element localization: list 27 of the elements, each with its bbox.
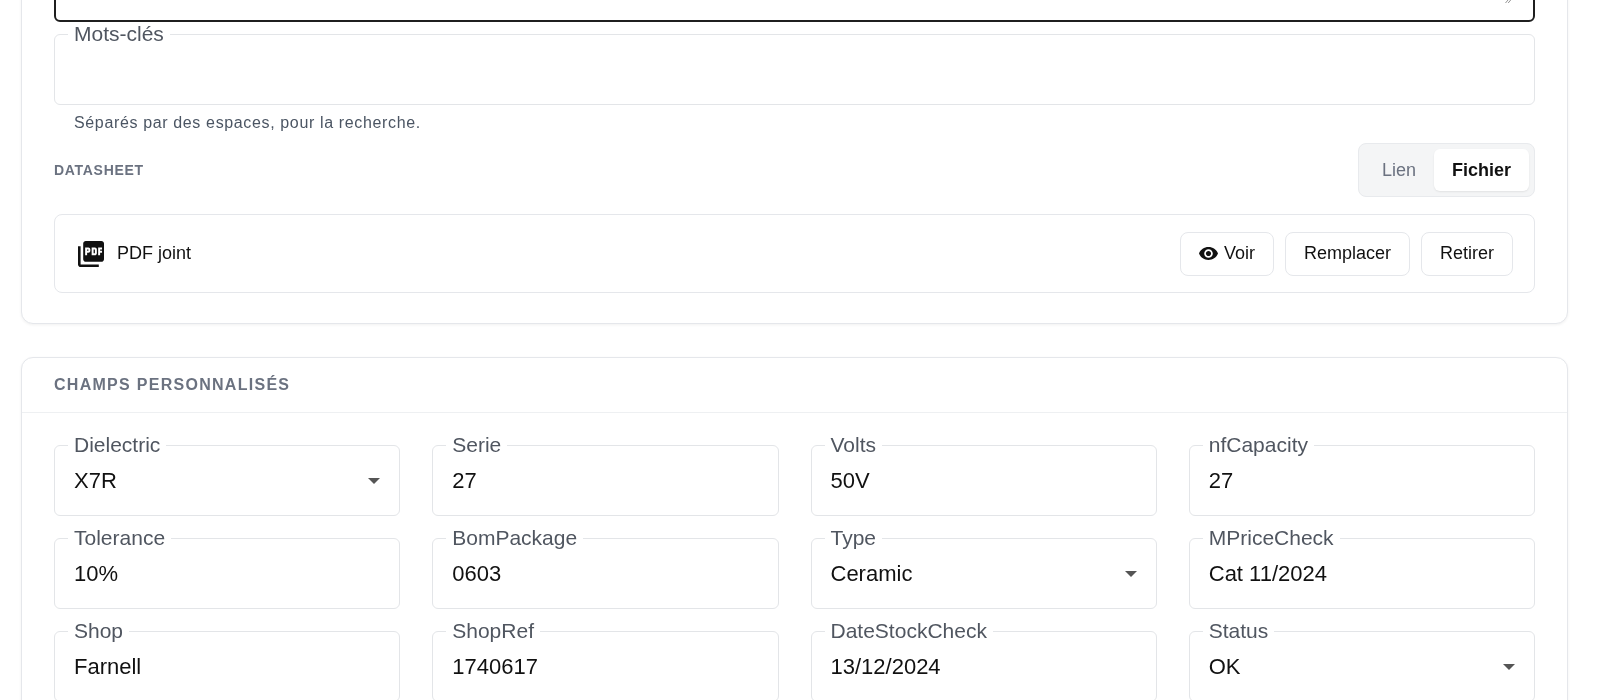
resize-grip-icon <box>1505 0 1511 3</box>
field-value: 13/12/2024 <box>830 653 942 680</box>
field-value: 0603 <box>452 560 503 587</box>
action-button[interactable]: Remplacer <box>1284 231 1410 276</box>
dropdown-caret-icon <box>368 477 381 484</box>
action-button[interactable]: Retirer <box>1421 231 1513 276</box>
eye-icon <box>1198 247 1218 260</box>
field-value: Cat 11/2024 <box>1208 560 1328 587</box>
field-value: 27 <box>1208 467 1235 494</box>
action-button[interactable]: Voir <box>1179 231 1274 276</box>
attachment-name: PDF joint <box>117 242 192 265</box>
field-value: X7R <box>74 467 118 494</box>
field-value: Farnell <box>74 653 143 680</box>
pdf-file-icon <box>78 240 104 267</box>
field-value: 1740617 <box>452 653 539 680</box>
field-value: OK <box>1208 653 1242 680</box>
field-value: Ceramic <box>830 560 914 587</box>
dropdown-caret-icon <box>1124 570 1137 577</box>
dropdown-caret-icon <box>1503 663 1515 670</box>
section-title: DATASHEET <box>54 160 144 180</box>
helper-text: Séparés par des espaces, pour la recherche. <box>73 113 422 133</box>
field-value: 10% <box>74 560 120 587</box>
field-value: 27 <box>452 467 478 494</box>
field-value: 50V <box>830 467 871 494</box>
toggle-button[interactable]: Fichier <box>1433 149 1529 191</box>
toggle-button[interactable]: Lien <box>1363 149 1434 191</box>
section-title: CHAMPS PERSONNALISÉS <box>54 374 291 395</box>
